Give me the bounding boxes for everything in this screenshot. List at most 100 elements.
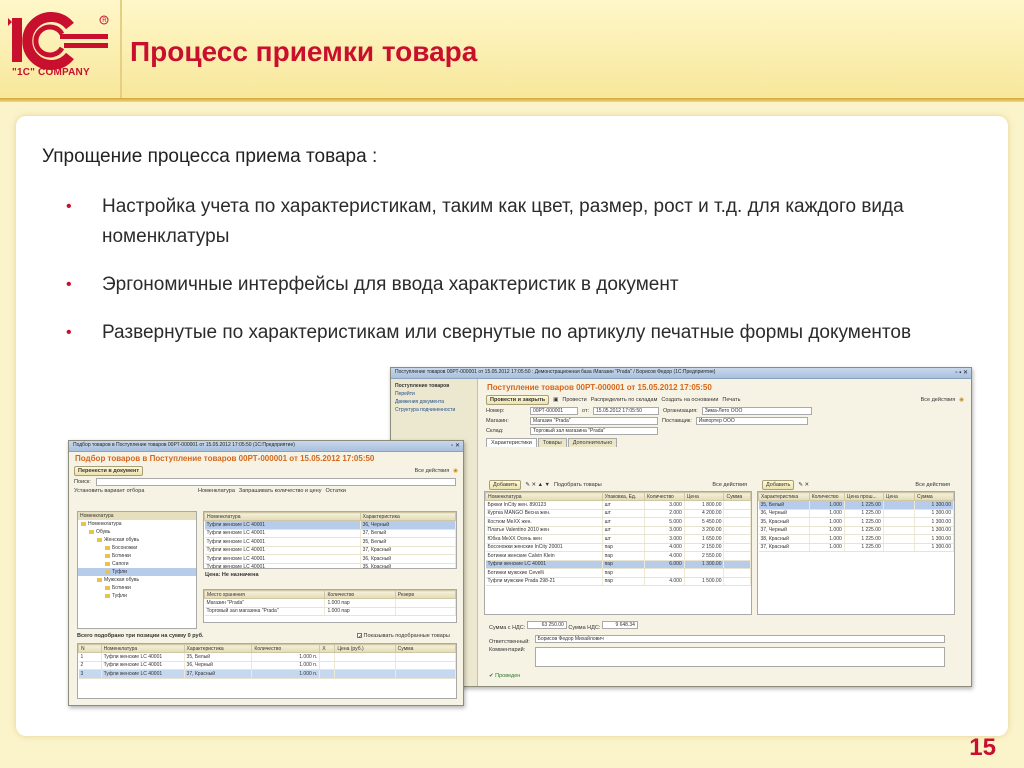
organization-field[interactable]: Зима-Лето ООО: [701, 407, 812, 415]
warehouse-field[interactable]: Торговый зал магазина "Prada": [530, 427, 658, 435]
store-field[interactable]: Магазин "Prada": [530, 417, 658, 425]
tree-item[interactable]: Туфли: [78, 592, 196, 600]
by-warehouse-button[interactable]: Распределить по складам: [591, 397, 658, 403]
column-header[interactable]: Цена прош...: [843, 492, 884, 501]
tree-item[interactable]: Обувь: [78, 528, 196, 536]
supplier-field[interactable]: Импортер ООО: [695, 417, 808, 425]
column-header[interactable]: Место хранения: [204, 590, 326, 599]
char-edit-icon[interactable]: ✎ ✕: [798, 482, 809, 488]
column-header[interactable]: Количество: [324, 590, 396, 599]
column-header[interactable]: Характеристика: [359, 512, 456, 521]
tree-item[interactable]: Женская обувь: [78, 536, 196, 544]
post-close-button[interactable]: Провести и закрыть: [486, 395, 550, 405]
table-row[interactable]: Туфли женские LC 40001 37, Белый: [204, 529, 456, 538]
goods-all-actions[interactable]: Все действия: [712, 482, 747, 488]
table-row[interactable]: Туфли женские LC 40001 35, Красный: [204, 563, 456, 568]
number-field[interactable]: 00РТ-000001: [530, 407, 578, 415]
column-header[interactable]: Упаковка, Ед.: [601, 492, 645, 501]
column-header[interactable]: Характеристика: [758, 492, 810, 501]
show-picked-checkbox[interactable]: ✓: [357, 633, 363, 640]
table-row[interactable]: Куртка MANGO Весна жен. шт 2.000 4 200.00: [485, 509, 751, 518]
tab-additional[interactable]: Дополнительно: [567, 438, 618, 447]
post-button[interactable]: Провести: [562, 397, 586, 403]
all-actions-button[interactable]: Все действия: [921, 397, 956, 403]
column-header[interactable]: Номенклатура: [100, 644, 185, 653]
table-row[interactable]: Босоножки женские InCity 20001 пар 4.000 2 …: [485, 543, 751, 552]
table-row[interactable]: Торговый зал магазина "Prada" 1.000 пар: [204, 607, 456, 616]
table-row[interactable]: Ботинки женские Calvin Klein пар 4.000 2 55…: [485, 551, 751, 561]
table-row[interactable]: Брюки InCity жен. 890123 шт 3.000 1 800.00: [485, 500, 751, 510]
table-row[interactable]: Костюм MeXX жен. шт 5.000 5 450.00: [485, 517, 751, 527]
pick-goods-button[interactable]: Подобрать товары: [554, 482, 602, 488]
column-header[interactable]: Количество: [643, 492, 685, 501]
request-qty-button[interactable]: Запрашивать количество и цену: [239, 488, 322, 494]
tree-item[interactable]: Босоножки: [78, 544, 196, 552]
column-header[interactable]: Номенклатура: [485, 492, 603, 501]
nomenclature-button[interactable]: Номенклатура: [198, 488, 235, 494]
table-row[interactable]: Туфли женские LC 40001 пар 6.000 1 300.00: [485, 560, 751, 569]
table-row[interactable]: 38, Красный 1.000 1 225.00 1 300.00: [758, 534, 954, 544]
table-row[interactable]: Платье Valentino 2010 жен шт 3.000 3 200.00: [485, 526, 751, 535]
table-row[interactable]: 1 Туфли женские LC 40001 35, Белый 1.000 п.: [78, 652, 456, 662]
column-header[interactable]: Сумма: [394, 644, 456, 653]
pick-window-controls-icon[interactable]: ▫ ✕: [451, 442, 460, 449]
table-row[interactable]: 35, Красный 1.000 1 225.00 1 300.00: [758, 517, 954, 527]
nav-item-go[interactable]: Перейти: [395, 391, 473, 397]
table-row[interactable]: 2 Туфли женские LC 40001 36, Черный 1.000 п…: [78, 661, 456, 670]
pick-help-icon[interactable]: ◉: [453, 468, 458, 474]
tree-item[interactable]: Мужская обувь: [78, 576, 196, 584]
transfer-button[interactable]: Перенести в документ: [74, 466, 144, 476]
column-header[interactable]: Количество: [251, 644, 321, 653]
table-row[interactable]: Магазин "Prada" 1.000 пар: [204, 598, 456, 608]
char-all-actions[interactable]: Все действия: [915, 482, 950, 488]
column-header[interactable]: Количество: [808, 492, 845, 501]
table-row[interactable]: Туфли женские LC 40001 36, Черный: [204, 520, 456, 530]
table-row[interactable]: Туфли женские LC 40001 36, Красный: [204, 554, 456, 564]
table-row[interactable]: Туфли женские LC 40001 35, Белый: [204, 537, 456, 547]
tree-item[interactable]: Сапоги: [78, 560, 196, 568]
date-field[interactable]: 15.05.2012 17:05:50: [593, 407, 659, 415]
column-header[interactable]: N: [78, 644, 102, 653]
create-based-button[interactable]: Создать на основании: [661, 397, 718, 403]
pick-all-actions[interactable]: Все действия: [415, 468, 450, 474]
column-header[interactable]: Характеристика: [183, 644, 253, 653]
add-char-button[interactable]: Добавить: [762, 480, 795, 490]
edit-icon[interactable]: ✎ ✕ ▲ ▼: [525, 482, 550, 488]
column-header[interactable]: Сумма: [723, 492, 751, 501]
column-header[interactable]: Резерв: [394, 590, 456, 599]
nav-item-structure[interactable]: Структура подчиненности: [395, 407, 473, 413]
table-row[interactable]: Туфли женские LC 40001 37, Красный: [204, 546, 456, 555]
table-row[interactable]: Туфли мужские Prada 298-21 пар 4.000 1 500.…: [485, 577, 751, 586]
column-header[interactable]: Сумма: [913, 492, 954, 501]
tab-goods[interactable]: Товары: [537, 438, 567, 447]
table-row[interactable]: Юбка MeXX Осень жен шт 3.000 1 650.00: [485, 534, 751, 544]
table-row[interactable]: 37, Черный 1.000 1 225.00 1 300.00: [758, 526, 954, 535]
tree-item[interactable]: Ботинки: [78, 584, 196, 592]
table-row[interactable]: 37, Красный 1.000 1 225.00 1 300.00: [758, 543, 954, 552]
column-header[interactable]: Цена: [882, 492, 915, 501]
table-row[interactable]: Ботинки мужские Cevelli пар: [485, 568, 751, 578]
table-row[interactable]: 35, Белый 1.000 1 225.00 1 300.00: [758, 500, 954, 510]
tree-item[interactable]: Туфли: [78, 568, 196, 576]
print-button[interactable]: Печать: [722, 397, 740, 403]
column-header[interactable]: Х: [319, 644, 336, 653]
nav-item-movements[interactable]: Движения документа: [395, 399, 473, 405]
help-icon[interactable]: ◉: [959, 397, 964, 403]
responsible-field[interactable]: Борисов Федор Михайлович: [534, 635, 945, 643]
stock-button[interactable]: Остатки: [325, 488, 345, 494]
column-header[interactable]: Цена: [683, 492, 725, 501]
filter-variant-button[interactable]: Установить вариант отбора: [74, 488, 194, 494]
save-icon[interactable]: ▣: [553, 397, 558, 403]
window-controls-icon[interactable]: ▫ ▪ ✕: [955, 369, 968, 376]
column-header[interactable]: Номенклатура: [204, 512, 361, 521]
table-row[interactable]: 3 Туфли женские LC 40001 37, Красный 1.000 …: [78, 669, 456, 679]
table-row[interactable]: 36, Черный 1.000 1 225.00 1 300.00: [758, 509, 954, 518]
tab-characteristics[interactable]: Характеристики: [486, 438, 537, 447]
add-goods-button[interactable]: Добавить: [489, 480, 522, 490]
show-picked-toggle[interactable]: ✓ Показывать подобранные товары: [357, 633, 450, 640]
tree-item[interactable]: Номенклатура: [78, 520, 196, 528]
search-input[interactable]: [96, 478, 456, 486]
comment-field[interactable]: [534, 647, 945, 667]
tree-item[interactable]: Ботинки: [78, 552, 196, 560]
column-header[interactable]: Цена (руб.): [334, 644, 396, 653]
